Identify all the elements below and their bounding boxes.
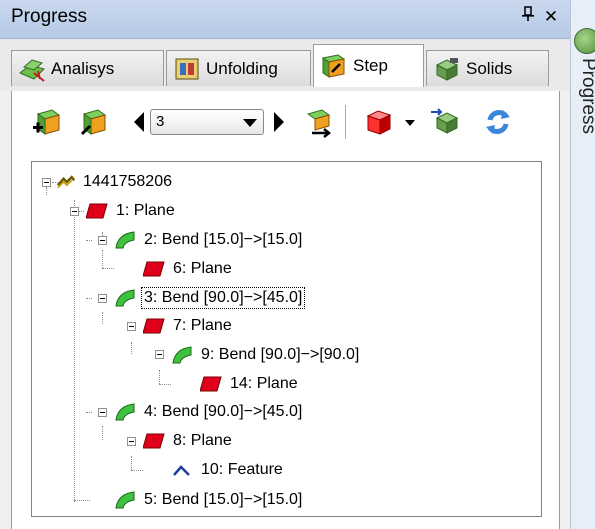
collapse-toggle[interactable]	[98, 294, 107, 303]
step-toolbar: 3	[11, 91, 560, 153]
step-tree[interactable]: 1441758206 1: Plane 2: Bend [15.0]−>[15.…	[31, 161, 542, 517]
tree-label: 1441758206	[83, 173, 172, 190]
side-tab-progress[interactable]: Progress	[577, 58, 595, 178]
app-logo-icon[interactable]	[574, 28, 595, 54]
tab-label: Unfolding	[206, 58, 278, 78]
tree-connector	[159, 384, 171, 385]
tree-connector	[131, 456, 132, 470]
tree-node-bend[interactable]: 4: Bend [90.0]−>[45.0]	[114, 400, 304, 424]
solid-view-icon[interactable]	[364, 106, 396, 138]
tree-panel: 1441758206 1: Plane 2: Bend [15.0]−>[15.…	[11, 153, 560, 529]
tree-node-plane[interactable]: 8: Plane	[143, 429, 234, 453]
plane-icon	[143, 261, 165, 277]
tree-label: 5: Bend [15.0]−>[15.0]	[144, 491, 303, 508]
tree-node-bend[interactable]: 2: Bend [15.0]−>[15.0]	[114, 228, 304, 252]
refresh-icon[interactable]	[482, 106, 514, 138]
tree-node-bend-selected[interactable]: 3: Bend [90.0]−>[45.0]	[114, 286, 306, 310]
tree-connector	[131, 470, 143, 471]
panel-title-bar: Progress ✕	[0, 0, 570, 39]
tree-connector	[102, 268, 114, 269]
tree-node-feature[interactable]: 10: Feature	[171, 458, 285, 482]
solids-icon	[435, 57, 459, 81]
tree-node-plane[interactable]: 14: Plane	[200, 372, 300, 396]
bend-icon	[172, 346, 192, 364]
tab-label: Analisys	[51, 58, 115, 78]
tab-label: Solids	[466, 58, 513, 78]
tree-node-bend[interactable]: 5: Bend [15.0]−>[15.0]	[114, 488, 304, 512]
pin-icon[interactable]	[518, 6, 538, 28]
next-icon[interactable]	[274, 112, 284, 132]
tree-connector	[74, 500, 90, 501]
toolbar-separator	[345, 105, 346, 139]
solid-view-dropdown-icon[interactable]	[405, 120, 415, 126]
tree-node-bend[interactable]: 9: Bend [90.0]−>[90.0]	[171, 343, 361, 367]
tree-connector	[46, 187, 47, 195]
bend-icon	[115, 403, 135, 421]
collapse-toggle[interactable]	[42, 178, 51, 187]
tab-analisys[interactable]: Analisys	[11, 50, 164, 86]
plane-icon	[143, 318, 165, 334]
tree-connector	[74, 200, 75, 502]
collapse-toggle[interactable]	[155, 350, 164, 359]
previous-icon[interactable]	[134, 112, 144, 132]
tree-root[interactable]: 1441758206	[57, 170, 174, 194]
tree-label: 4: Bend [90.0]−>[45.0]	[144, 403, 303, 420]
bend-icon	[115, 491, 135, 509]
part-icon	[57, 175, 75, 189]
panel-title: Progress	[11, 6, 88, 27]
tree-connector	[102, 250, 103, 268]
plane-icon	[143, 433, 165, 449]
tree-label: 6: Plane	[173, 260, 232, 277]
side-strip: Progress	[570, 0, 595, 529]
bend-icon	[115, 289, 135, 307]
tree-node-plane[interactable]: 7: Plane	[143, 314, 234, 338]
tree-connector	[102, 312, 103, 324]
step-select-value: 3	[156, 113, 165, 130]
chevron-down-icon	[243, 119, 257, 127]
tab-unfolding[interactable]: Unfolding	[166, 50, 311, 86]
tab-bar: Analisys Unfolding Step Solids	[0, 39, 570, 91]
analysis-icon	[19, 58, 45, 82]
export-icon[interactable]	[429, 106, 461, 138]
apply-steps-icon[interactable]	[304, 106, 336, 138]
feature-icon	[173, 465, 190, 476]
close-button[interactable]: ✕	[541, 6, 561, 28]
step-select[interactable]: 3	[150, 109, 264, 135]
tree-node-plane[interactable]: 6: Plane	[143, 257, 234, 281]
tree-connector	[86, 240, 92, 241]
tree-label: 1: Plane	[116, 202, 175, 219]
tree-label: 8: Plane	[173, 432, 232, 449]
tree-connector	[86, 298, 92, 299]
tree-label: 2: Bend [15.0]−>[15.0]	[144, 231, 303, 248]
tree-connector	[159, 370, 160, 384]
collapse-toggle[interactable]	[98, 236, 107, 245]
tab-step[interactable]: Step	[313, 44, 424, 87]
tree-label: 10: Feature	[201, 461, 283, 478]
tab-solids[interactable]: Solids	[426, 50, 549, 86]
collapse-toggle[interactable]	[98, 408, 107, 417]
tab-label: Step	[353, 56, 388, 75]
plane-icon	[200, 376, 222, 392]
plane-icon	[86, 203, 108, 219]
tree-label: 14: Plane	[230, 375, 298, 392]
add-step-icon[interactable]	[32, 106, 64, 138]
tree-node-plane[interactable]: 1: Plane	[86, 199, 177, 223]
collapse-toggle[interactable]	[127, 322, 136, 331]
edit-step-icon[interactable]	[78, 106, 110, 138]
step-icon	[321, 54, 346, 78]
collapse-toggle[interactable]	[127, 437, 136, 446]
tree-connector	[131, 342, 132, 354]
tree-connector	[86, 412, 92, 413]
tree-connector	[102, 426, 103, 440]
tree-label: 9: Bend [90.0]−>[90.0]	[201, 346, 360, 363]
tree-label: 3: Bend [90.0]−>[45.0]	[140, 287, 306, 309]
bend-icon	[115, 231, 135, 249]
collapse-toggle[interactable]	[70, 207, 79, 216]
tree-label: 7: Plane	[173, 317, 232, 334]
unfolding-icon	[175, 58, 199, 79]
